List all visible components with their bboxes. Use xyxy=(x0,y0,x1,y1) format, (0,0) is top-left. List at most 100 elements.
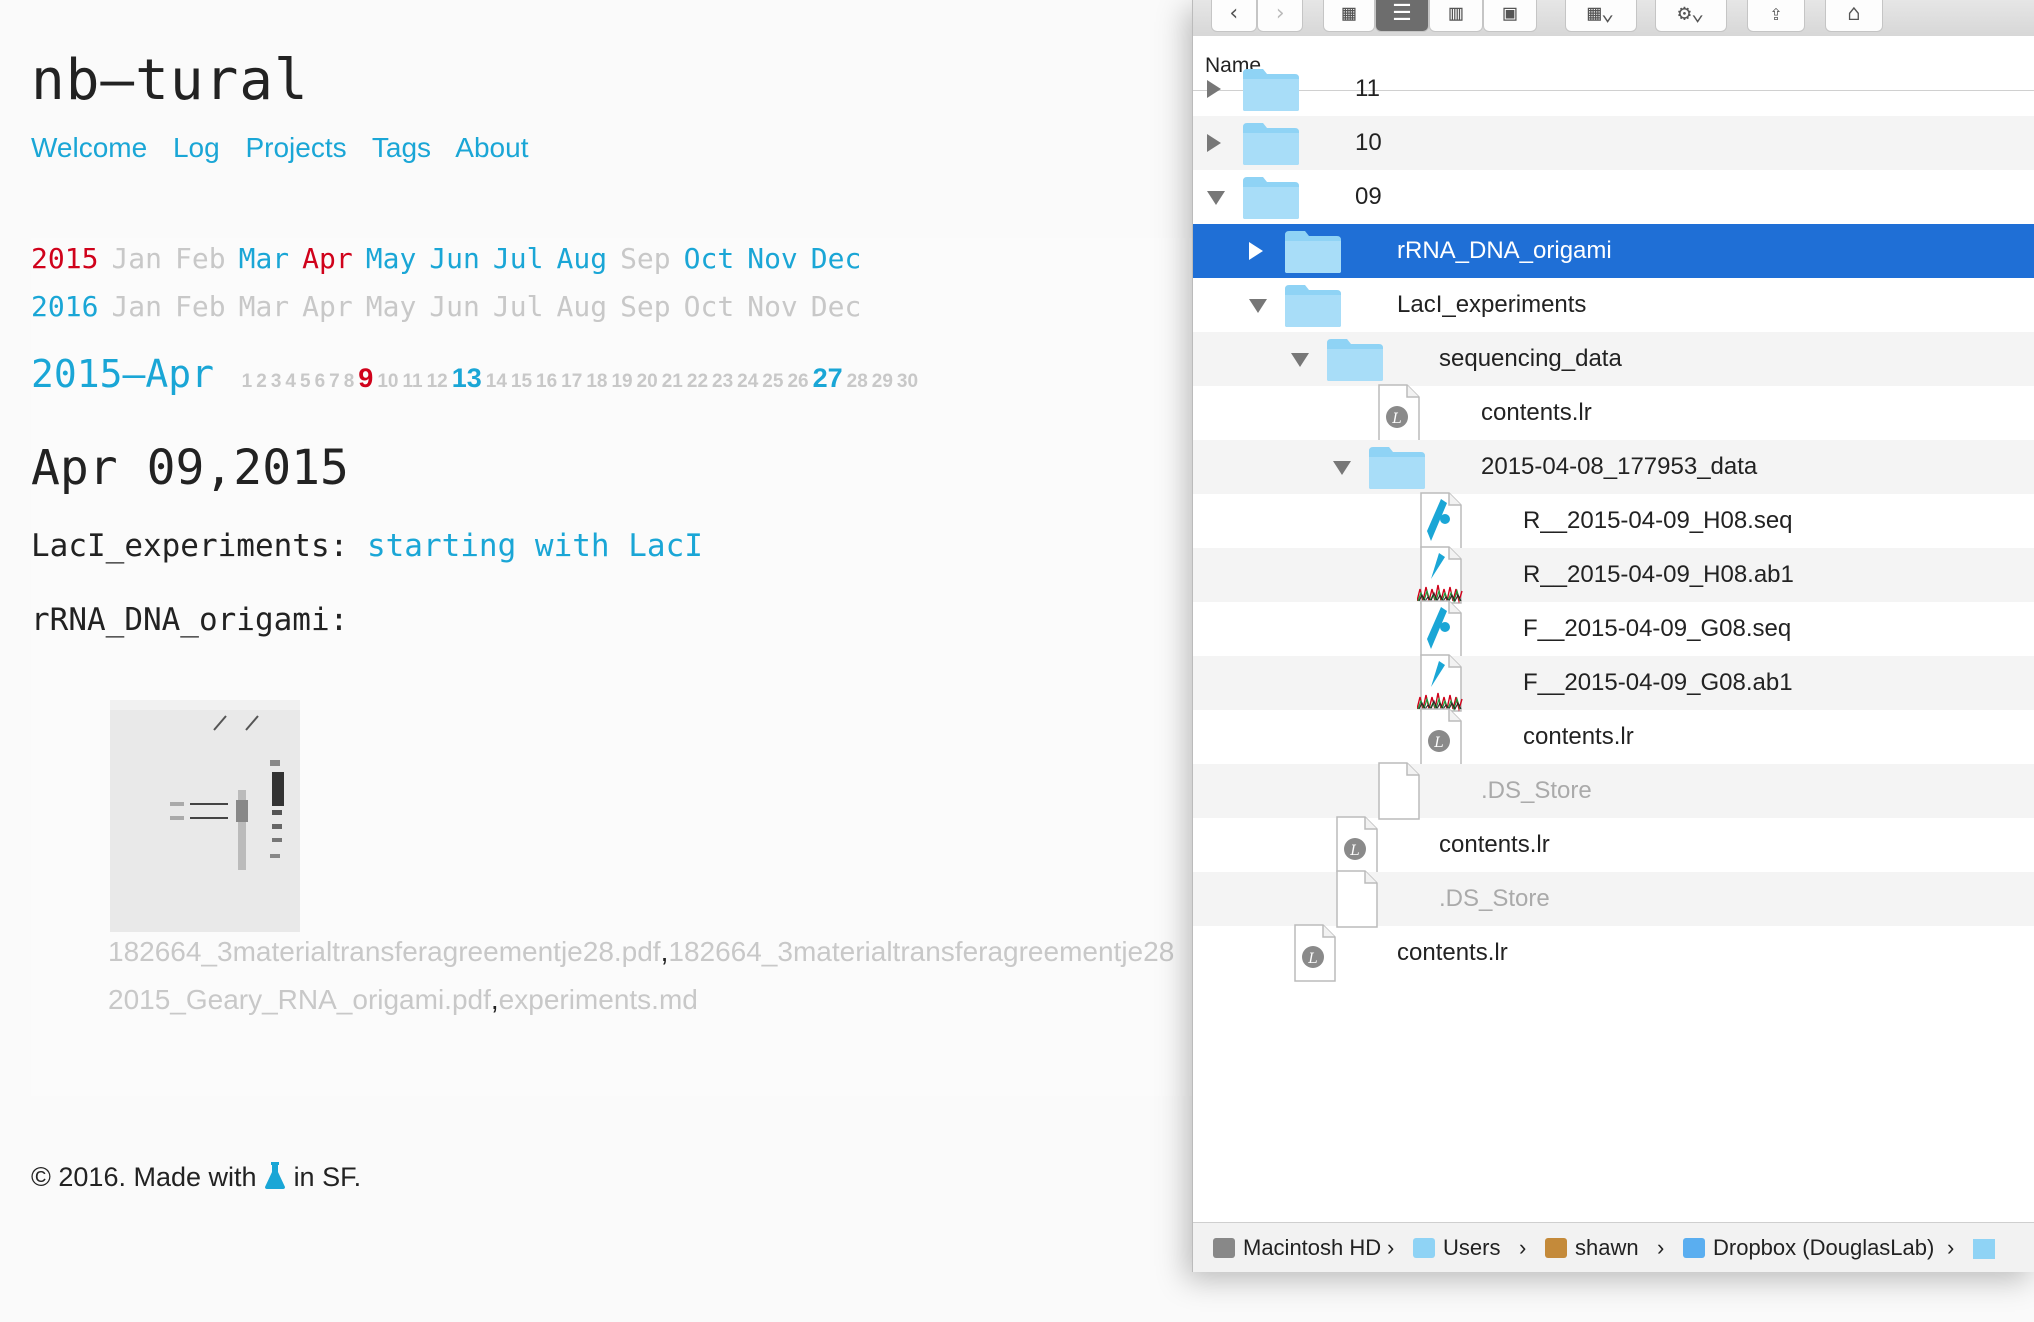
disclosure-expanded-icon[interactable] xyxy=(1333,461,1351,475)
month-link[interactable]: Aug xyxy=(556,242,607,275)
file-name: contents.lr xyxy=(1439,831,1550,858)
month-link[interactable]: Oct xyxy=(684,242,735,275)
forward-button[interactable]: › xyxy=(1257,0,1303,32)
month-link[interactable]: May xyxy=(366,242,417,275)
file-name: 10 xyxy=(1355,129,1382,156)
day-link: 5 xyxy=(299,371,311,392)
year-link[interactable]: 2016 xyxy=(31,290,98,323)
file-row[interactable]: 2015-04-08_177953_data xyxy=(1193,440,2034,494)
file-row[interactable]: 11 xyxy=(1193,62,2034,116)
day-link: 6 xyxy=(314,371,326,392)
file-name: sequencing_data xyxy=(1439,345,1622,372)
cover-flow-button[interactable]: ▣ xyxy=(1483,0,1537,32)
file-name: 11 xyxy=(1355,75,1380,102)
disk-icon xyxy=(1213,1238,1235,1258)
month-link[interactable]: Mar xyxy=(239,242,290,275)
month-link[interactable]: Jul xyxy=(493,242,544,275)
file-row[interactable]: Lcontents.lr xyxy=(1193,924,2034,982)
day-link: 19 xyxy=(611,371,633,392)
folder-icon xyxy=(1367,443,1427,491)
day-link: 2 xyxy=(256,371,267,392)
nav-tags[interactable]: Tags xyxy=(372,132,431,163)
month-link[interactable]: Apr xyxy=(302,242,353,275)
day-link: 29 xyxy=(871,371,893,392)
path-chevron-icon: › xyxy=(1387,1235,1395,1260)
day-link[interactable]: 27 xyxy=(813,363,843,393)
nav-log[interactable]: Log xyxy=(173,132,220,163)
file-row[interactable]: Lcontents.lr xyxy=(1193,816,2034,874)
nav-projects[interactable]: Projects xyxy=(245,132,346,163)
flask-icon xyxy=(265,1162,286,1189)
action-gear-button[interactable]: ⚙⌄ xyxy=(1655,0,1727,32)
year-link[interactable]: 2015 xyxy=(31,242,98,275)
path-segment[interactable]: shawn xyxy=(1545,1235,1639,1261)
day-link: 8 xyxy=(343,371,355,392)
month-link[interactable]: Dec xyxy=(811,242,862,275)
file-row[interactable]: .DS_Store xyxy=(1193,762,2034,820)
file-row[interactable]: 09 xyxy=(1193,170,2034,224)
site-title[interactable]: nb–tural xyxy=(31,48,309,113)
path-segment[interactable]: Users xyxy=(1413,1235,1500,1261)
file-row[interactable]: Lcontents.lr xyxy=(1193,708,2034,766)
day-link: 1 xyxy=(241,371,253,392)
month-link: Nov xyxy=(747,290,798,323)
disclosure-expanded-icon[interactable] xyxy=(1291,353,1309,367)
disclosure-collapsed-icon[interactable] xyxy=(1207,80,1221,98)
disclosure-expanded-icon[interactable] xyxy=(1249,299,1267,313)
file-row[interactable]: F__2015-04-09_G08.seq xyxy=(1193,600,2034,658)
day-link: 22 xyxy=(686,371,709,392)
file-row[interactable]: .DS_Store xyxy=(1193,870,2034,928)
file-name: F__2015-04-09_G08.seq xyxy=(1523,615,1792,642)
month-link: Oct xyxy=(683,290,735,323)
icon-view-button[interactable]: ▦ xyxy=(1323,0,1375,32)
month-link[interactable]: Jun xyxy=(429,242,480,275)
day-link[interactable]: 9 xyxy=(358,363,373,393)
file-row[interactable]: LacI_experiments xyxy=(1193,278,2034,332)
day-link: 30 xyxy=(896,371,919,392)
file-name: .DS_Store xyxy=(1481,777,1592,804)
column-view-button[interactable]: ▥ xyxy=(1429,0,1483,32)
main-nav: Welcome Log Projects Tags About xyxy=(31,132,546,164)
file-name: 2015-04-08_177953_data xyxy=(1481,453,1758,480)
nav-welcome[interactable]: Welcome xyxy=(31,132,147,163)
attachment-link[interactable]: experiments.md xyxy=(499,984,698,1015)
day-link: 14 xyxy=(485,371,507,392)
file-row[interactable]: Lcontents.lr xyxy=(1193,384,2034,442)
file-row[interactable]: rRNA_DNA_origami xyxy=(1193,224,2034,278)
disclosure-collapsed-icon[interactable] xyxy=(1249,242,1263,260)
nav-about[interactable]: About xyxy=(455,132,528,163)
day-link: 21 xyxy=(661,371,683,392)
file-name: R__2015-04-09_H08.seq xyxy=(1523,507,1793,534)
month-link: Apr xyxy=(302,290,353,323)
disclosure-collapsed-icon[interactable] xyxy=(1207,134,1221,152)
month-link: Jun xyxy=(429,290,480,323)
folder-icon xyxy=(1241,65,1301,113)
attachment-link[interactable]: 182664_3materialtransferagreementje28.pd… xyxy=(108,936,661,967)
entry-link[interactable]: starting with LacI xyxy=(367,528,703,564)
attachment-link[interactable]: 2015_Geary_RNA_origami.pdf xyxy=(108,984,491,1015)
list-view-button[interactable]: ☰ xyxy=(1375,0,1429,32)
file-row[interactable]: 10 xyxy=(1193,116,2034,170)
disclosure-expanded-icon[interactable] xyxy=(1207,191,1225,205)
day-link[interactable]: 13 xyxy=(452,363,482,393)
attachment-link[interactable]: 182664_3materialtransferagreementje28 xyxy=(668,936,1174,967)
file-row[interactable]: sequencing_data xyxy=(1193,332,2034,386)
file-row[interactable]: F__2015-04-09_G08.ab1 xyxy=(1193,654,2034,712)
day-link: 12 xyxy=(426,371,448,392)
finder-toolbar: ‹ › ▦ ☰ ▥ ▣ ▦⌄ ⚙⌄ ⇪ ⌂ xyxy=(1193,0,2034,36)
users-folder-icon xyxy=(1413,1238,1435,1258)
back-button[interactable]: ‹ xyxy=(1211,0,1257,32)
arrange-button[interactable]: ▦⌄ xyxy=(1565,0,1637,32)
path-segment[interactable]: Dropbox (DouglasLab) xyxy=(1683,1235,1934,1261)
attachment-separator: , xyxy=(490,984,499,1015)
file-row[interactable]: R__2015-04-09_H08.seq xyxy=(1193,492,2034,550)
path-segment[interactable]: Macintosh HD xyxy=(1213,1235,1381,1261)
path-chevron-icon: › xyxy=(1657,1235,1665,1260)
svg-text:L: L xyxy=(1433,735,1443,751)
file-row[interactable]: R__2015-04-09_H08.ab1 xyxy=(1193,546,2034,604)
tags-button[interactable]: ⌂ xyxy=(1825,0,1883,32)
month-link[interactable]: Nov xyxy=(747,242,798,275)
gel-image[interactable] xyxy=(110,700,300,932)
path-label: Macintosh HD xyxy=(1243,1235,1382,1260)
share-button[interactable]: ⇪ xyxy=(1747,0,1805,32)
